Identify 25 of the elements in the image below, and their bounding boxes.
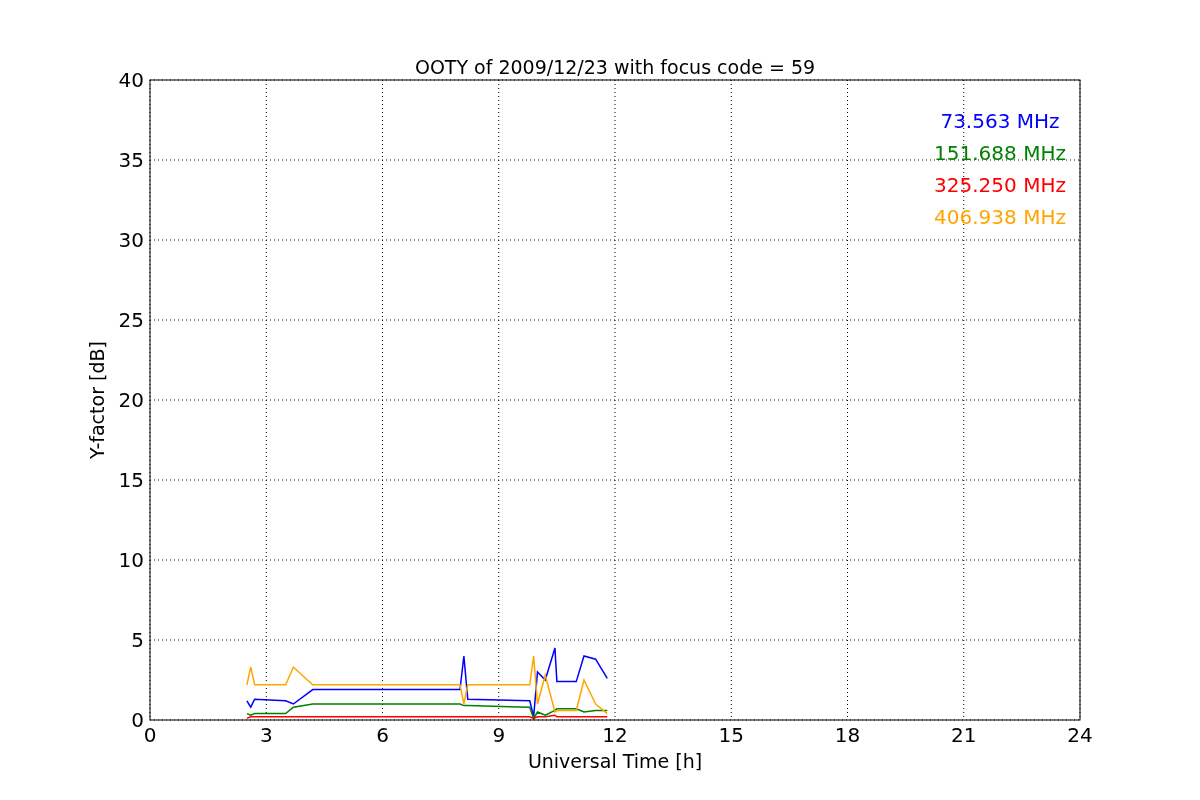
legend-label: 151.688 MHz	[934, 141, 1066, 165]
x-tick-label: 6	[376, 723, 389, 747]
x-tick-label: 15	[718, 723, 744, 747]
x-axis-label: Universal Time [h]	[527, 750, 703, 772]
x-tick-label: 9	[492, 723, 506, 747]
x-tick-label: 18	[834, 723, 861, 747]
y-tick-label: 15	[118, 468, 144, 492]
x-tick-label: 24	[1067, 723, 1093, 747]
legend-label: 325.250 MHz	[934, 173, 1066, 197]
y-tick-label: 30	[118, 228, 144, 252]
chart-title: OOTY of 2009/12/23 with focus code = 59	[414, 56, 816, 78]
y-tick-label: 35	[118, 148, 144, 172]
y-tick-label: 0	[131, 708, 144, 732]
x-tick-label: 21	[951, 723, 977, 747]
y-tick-label: 5	[131, 628, 144, 652]
legend-label: 406.938 MHz	[934, 205, 1066, 229]
y-tick-label: 10	[118, 548, 144, 572]
y-tick-label: 20	[118, 388, 144, 412]
x-tick-label: 0	[143, 723, 157, 747]
y-tick-label: 25	[118, 308, 144, 332]
y-axis-label: Y-factor [dB]	[86, 341, 108, 459]
x-tick-label: 3	[259, 723, 273, 747]
x-tick-label: 12	[602, 723, 628, 747]
y-tick-label: 40	[118, 68, 144, 92]
legend-label: 73.563 MHz	[940, 109, 1060, 133]
